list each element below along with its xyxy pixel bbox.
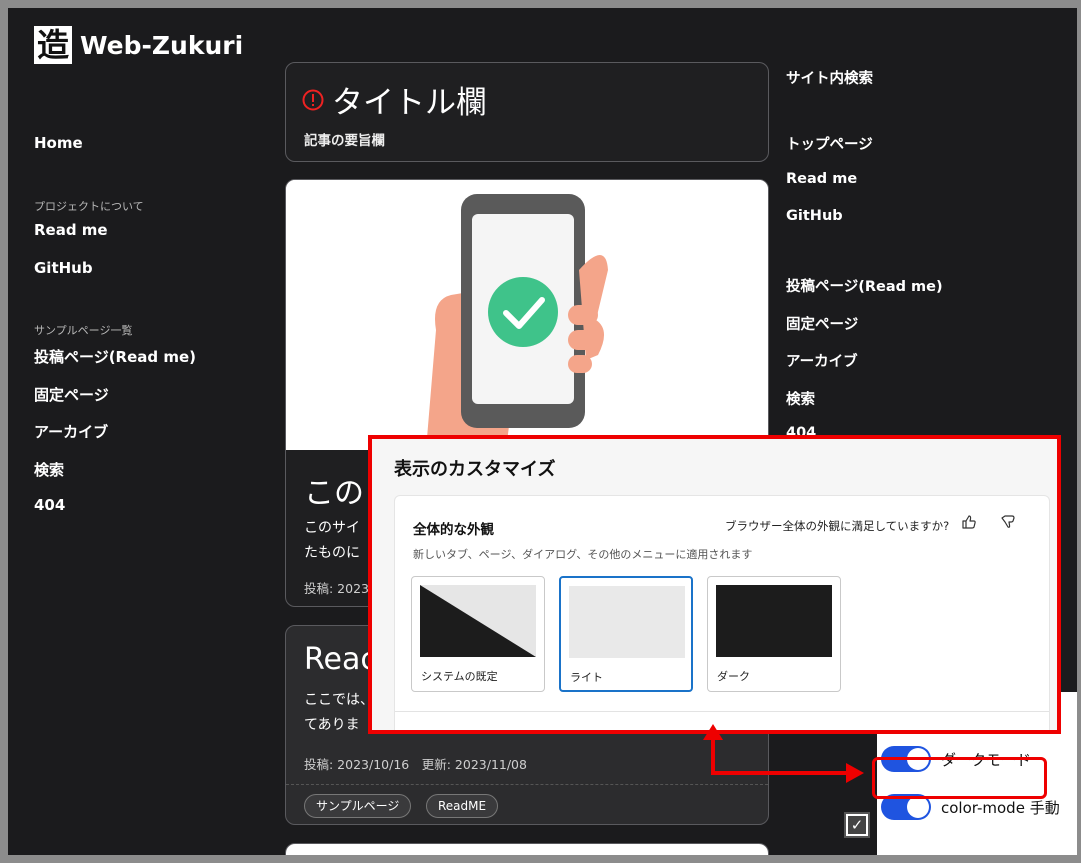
nav-github[interactable]: GitHub: [34, 259, 93, 277]
browser-viewport: 造 Web-Zukuri Home プロジェクトについて Read me Git…: [8, 8, 1077, 855]
nav-post-page[interactable]: 投稿ページ(Read me): [34, 346, 196, 367]
nav-search[interactable]: 検索: [34, 459, 64, 480]
theme-option-dark[interactable]: ダーク: [707, 576, 841, 692]
dark-theme-swatch: [716, 585, 832, 657]
title-card: タイトル欄 記事の要旨欄: [285, 62, 769, 162]
side-link-fixed-page[interactable]: 固定ページ: [786, 313, 858, 334]
option-label: ダーク: [717, 670, 750, 683]
switch-knob: [907, 796, 929, 818]
divider: [395, 711, 1049, 712]
nav-readme[interactable]: Read me: [34, 221, 108, 239]
post-excerpt: ここでは、 てありま: [304, 688, 374, 738]
excerpt-line: たものに: [304, 545, 360, 561]
post-meta: 投稿: 2023/10/16 更新: 2023/11/08: [304, 757, 527, 772]
feedback-question: ブラウザー全体の外観に満足していますか?: [725, 519, 950, 533]
side-link-archive[interactable]: アーカイブ: [786, 350, 858, 371]
side-link-post-page[interactable]: 投稿ページ(Read me): [786, 275, 943, 296]
color-mode-label: color-mode 手動: [941, 798, 1060, 817]
excerpt-line: ここでは、: [304, 692, 374, 708]
checkmark-icon: ✓: [848, 816, 866, 834]
tag-sample-page[interactable]: サンプルページ: [304, 794, 412, 818]
dialog-title: 表示のカスタマイズ: [394, 459, 556, 480]
post-card-next[interactable]: [285, 843, 769, 855]
post-title[interactable]: Reac: [304, 642, 377, 677]
side-link-top-page[interactable]: トップページ: [786, 133, 873, 154]
side-link-github[interactable]: GitHub: [786, 208, 843, 224]
tag-readme[interactable]: ReadME: [426, 794, 499, 818]
theme-option-light[interactable]: ライト: [559, 576, 693, 692]
phone-check-illustration: [286, 180, 768, 450]
nav-archive[interactable]: アーカイブ: [34, 421, 108, 442]
nav-caption-project: プロジェクトについて: [34, 200, 144, 213]
nav-home[interactable]: Home: [34, 134, 83, 152]
dark-mode-highlight: [872, 757, 1047, 799]
nav-404[interactable]: 404: [34, 496, 65, 514]
excerpt-line: てありま: [304, 717, 360, 733]
divider: [286, 784, 768, 785]
post-excerpt: このサイ たものに: [304, 516, 360, 566]
title-row: タイトル欄: [302, 77, 487, 122]
option-label: システムの既定: [421, 670, 498, 683]
alert-icon: [302, 89, 324, 110]
site-logo[interactable]: 造 Web-Zukuri: [34, 26, 243, 64]
system-theme-swatch: [420, 585, 536, 657]
color-mode-checkbox[interactable]: ✓: [844, 812, 870, 838]
nav-caption-samples: サンプルページ一覧: [34, 324, 133, 337]
section-title: 全体的な外観: [413, 522, 494, 538]
site-name: Web-Zukuri: [80, 30, 244, 60]
thumbs-up-icon[interactable]: [961, 514, 977, 530]
thumbs-down-icon[interactable]: [1001, 515, 1015, 529]
option-label: ライト: [570, 671, 603, 684]
post-meta: 投稿: 2023/: [304, 581, 374, 596]
side-heading-site-search: サイト内検索: [786, 71, 873, 87]
nav-fixed-page[interactable]: 固定ページ: [34, 384, 109, 405]
customize-appearance-dialog: 表示のカスタマイズ 全体的な外観 新しいタブ、ページ、ダイアログ、その他のメニュ…: [368, 435, 1061, 734]
excerpt-line: このサイ: [304, 520, 360, 536]
post-thumbnail: [286, 180, 768, 450]
theme-option-system[interactable]: システムの既定: [411, 576, 545, 692]
page-title: タイトル欄: [332, 85, 487, 121]
page-summary: 記事の要旨欄: [304, 133, 385, 149]
light-theme-swatch: [569, 586, 685, 658]
post-title[interactable]: この: [304, 468, 364, 512]
side-link-readme[interactable]: Read me: [786, 171, 857, 187]
side-link-search[interactable]: 検索: [786, 388, 815, 409]
section-description: 新しいタブ、ページ、ダイアログ、その他のメニューに適用されます: [413, 548, 753, 561]
appearance-section: 全体的な外観 新しいタブ、ページ、ダイアログ、その他のメニューに適用されます ブ…: [394, 495, 1050, 730]
logo-mark: 造: [34, 26, 72, 64]
